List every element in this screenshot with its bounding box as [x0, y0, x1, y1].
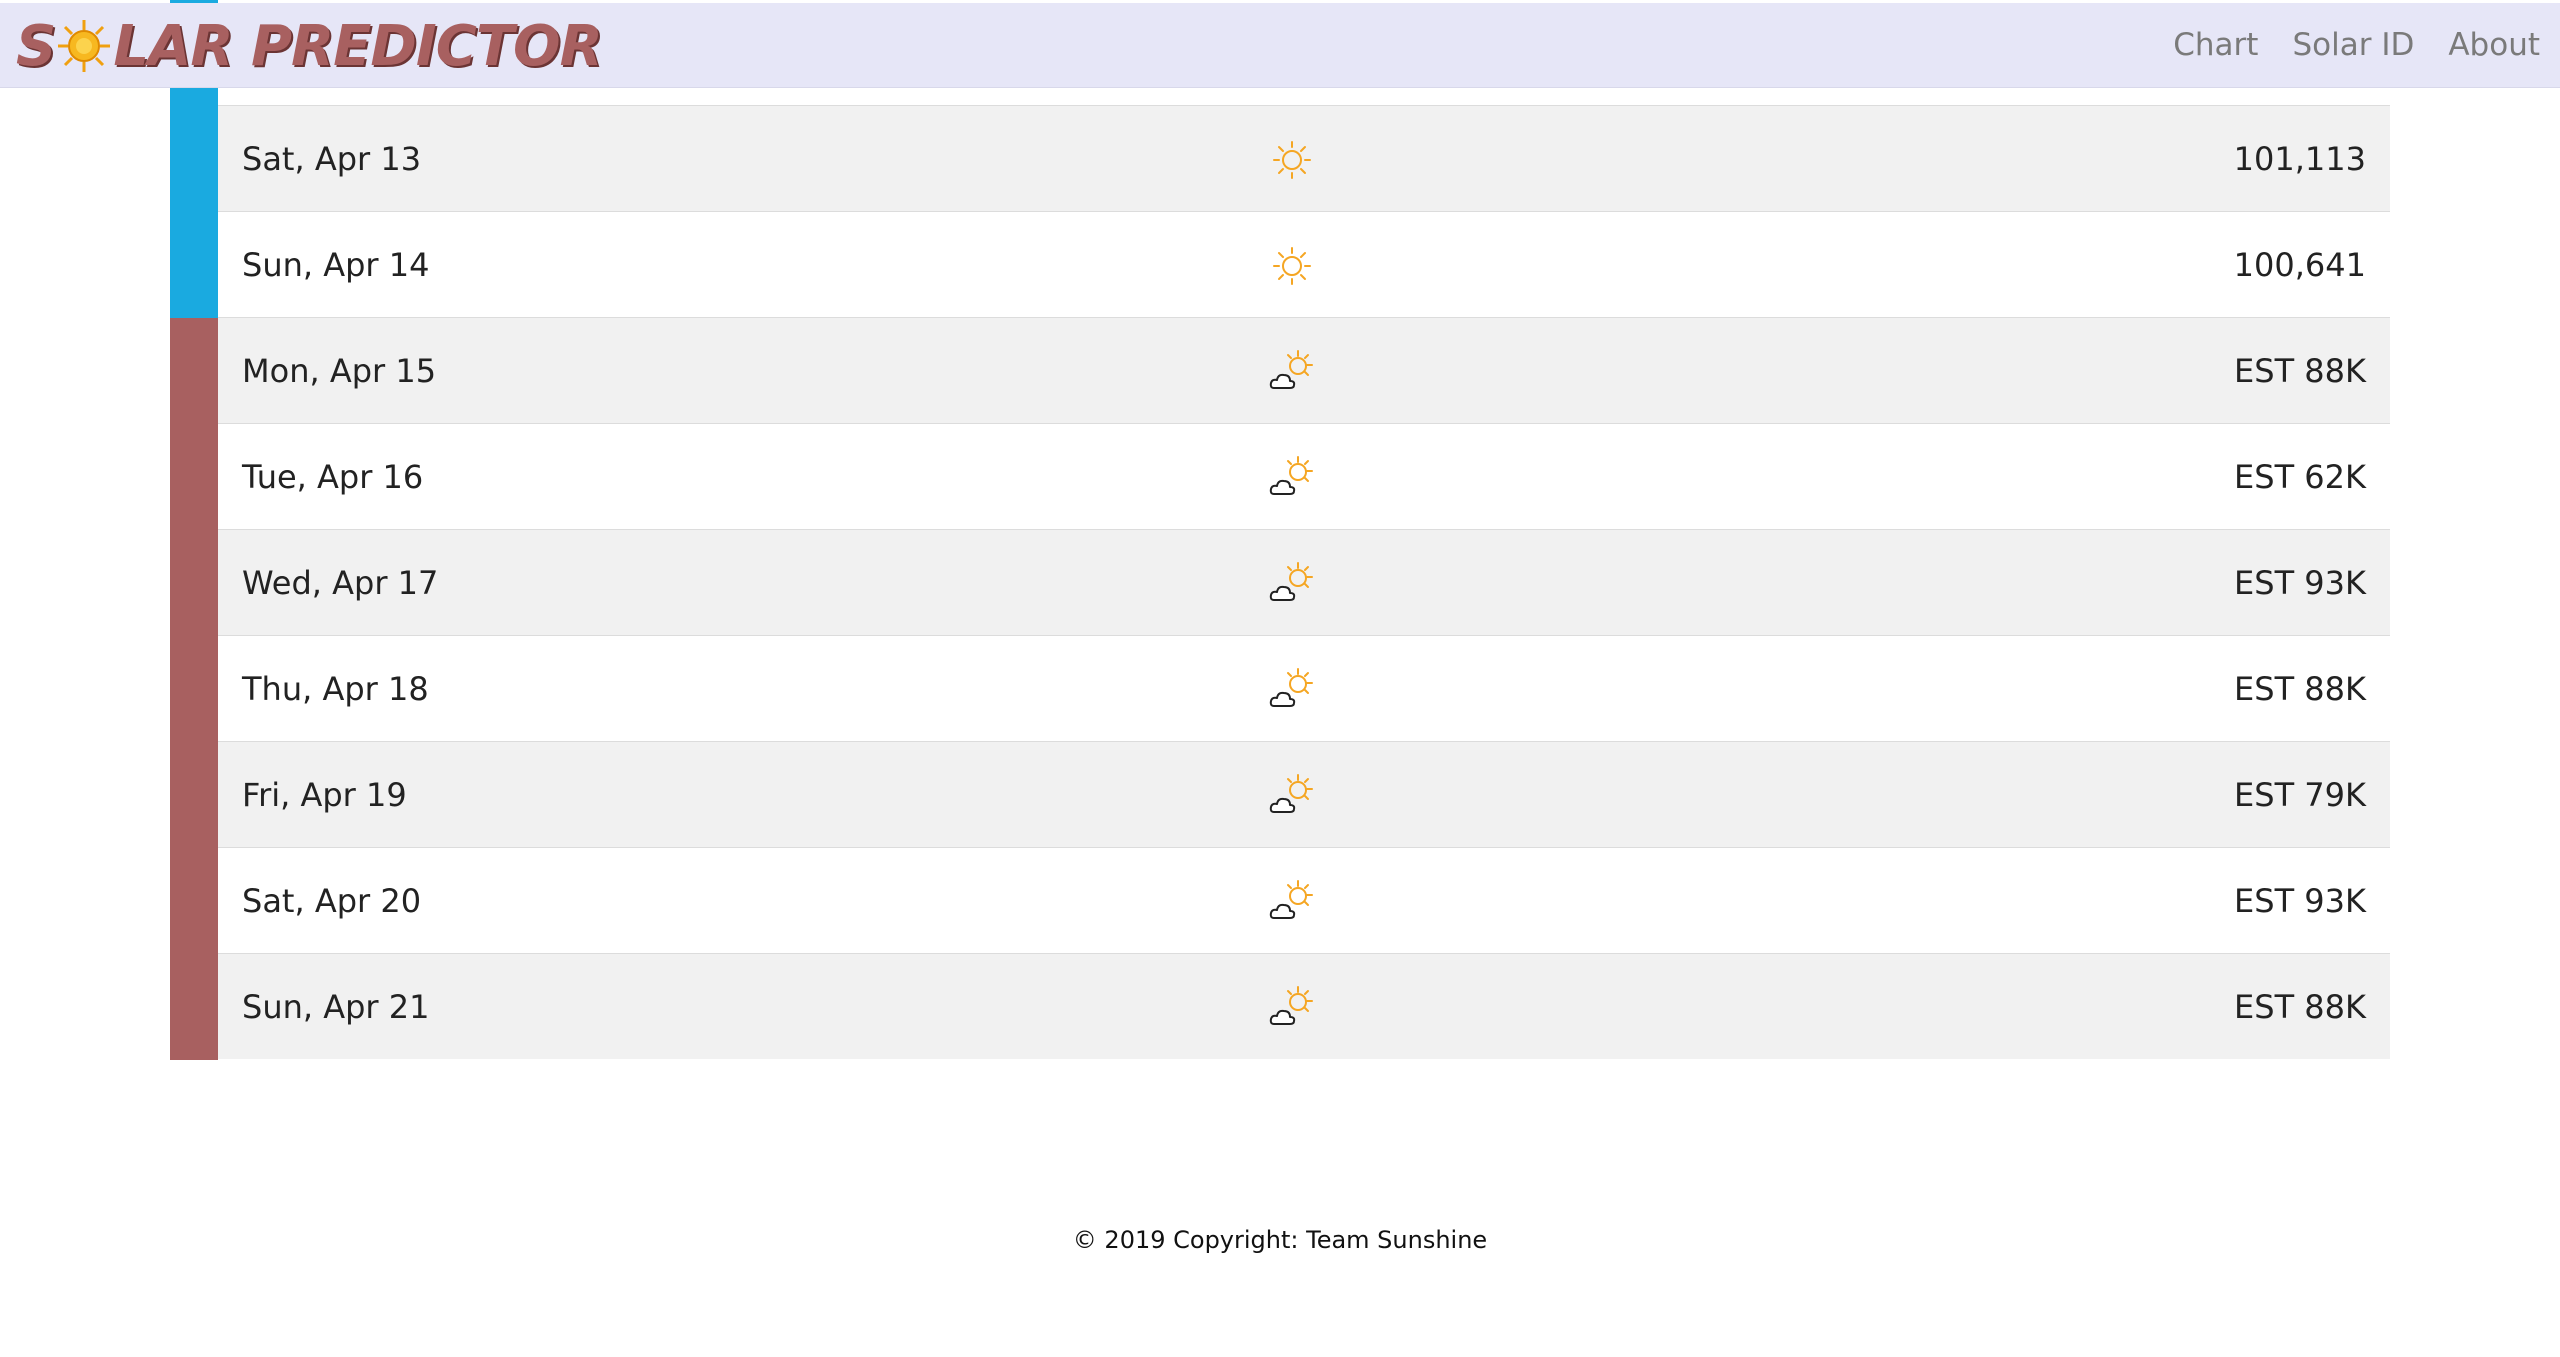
row-value: 101,113 — [2233, 139, 2366, 178]
row-date: Tue, Apr 16 — [242, 457, 424, 496]
row-date: Sat, Apr 13 — [242, 139, 422, 178]
partly-cloudy-icon — [1268, 984, 1316, 1032]
row-value: EST 88K — [2234, 351, 2366, 390]
forecast-row: Sun, Apr 14 100,641 — [170, 212, 2390, 318]
estimate-indicator-bar — [170, 530, 218, 636]
row-value: EST 62K — [2234, 457, 2366, 496]
row-value: EST 88K — [2234, 987, 2366, 1026]
estimate-indicator-bar — [170, 424, 218, 530]
nav-about[interactable]: About — [2448, 27, 2540, 63]
row-value: EST 93K — [2234, 563, 2366, 602]
partly-cloudy-icon — [1268, 666, 1316, 714]
row-value: EST 88K — [2234, 669, 2366, 708]
navbar: S LAR PREDICTOR Chart Solar ID About — [0, 3, 2560, 88]
partly-cloudy-icon — [1268, 454, 1316, 502]
forecast-row: Wed, Apr 17 EST 93K — [170, 530, 2390, 636]
footer-copyright: © 2019 Copyright: Team Sunshine — [1072, 1226, 1488, 1254]
row-date: Mon, Apr 15 — [242, 351, 437, 390]
row-date: Sun, Apr 21 — [242, 987, 430, 1026]
forecast-table: Sat, Apr 13 101,113 Sun, Apr 14 100,641 Mon,… — [170, 0, 2390, 1060]
row-value: 100,641 — [2233, 245, 2366, 284]
logo[interactable]: S LAR PREDICTOR — [16, 13, 603, 79]
actual-indicator-bar — [170, 106, 218, 212]
forecast-row: Mon, Apr 15 EST 88K — [170, 318, 2390, 424]
estimate-indicator-bar — [170, 954, 218, 1060]
forecast-row: Sun, Apr 21 EST 88K — [170, 954, 2390, 1060]
partly-cloudy-icon — [1268, 560, 1316, 608]
nav-links: Chart Solar ID About — [2139, 3, 2540, 87]
estimate-indicator-bar — [170, 848, 218, 954]
logo-text-end: LAR PREDICTOR — [113, 13, 602, 79]
partly-cloudy-icon — [1268, 772, 1316, 820]
estimate-indicator-bar — [170, 636, 218, 742]
row-date: Wed, Apr 17 — [242, 563, 439, 602]
row-date: Thu, Apr 18 — [242, 669, 429, 708]
forecast-row: Sat, Apr 20 EST 93K — [170, 848, 2390, 954]
sun-logo-icon — [58, 20, 111, 72]
row-date: Sun, Apr 14 — [242, 245, 430, 284]
partly-cloudy-icon — [1268, 878, 1316, 926]
estimate-indicator-bar — [170, 318, 218, 424]
row-date: Sat, Apr 20 — [242, 881, 422, 920]
row-value: EST 93K — [2234, 881, 2366, 920]
row-value: EST 79K — [2234, 775, 2366, 814]
row-date: Fri, Apr 19 — [242, 775, 407, 814]
partly-cloudy-icon — [1268, 348, 1316, 396]
estimate-indicator-bar — [170, 742, 218, 848]
forecast-row: Tue, Apr 16 EST 62K — [170, 424, 2390, 530]
nav-solar-id[interactable]: Solar ID — [2292, 27, 2414, 63]
nav-chart[interactable]: Chart — [2173, 27, 2258, 63]
forecast-row: Fri, Apr 19 EST 79K — [170, 742, 2390, 848]
logo-text-start: S — [16, 13, 56, 79]
forecast-row: Sat, Apr 13 101,113 — [170, 106, 2390, 212]
sunny-icon — [1268, 242, 1316, 290]
sunny-icon — [1268, 136, 1316, 184]
actual-indicator-bar — [170, 212, 218, 318]
forecast-row: Thu, Apr 18 EST 88K — [170, 636, 2390, 742]
